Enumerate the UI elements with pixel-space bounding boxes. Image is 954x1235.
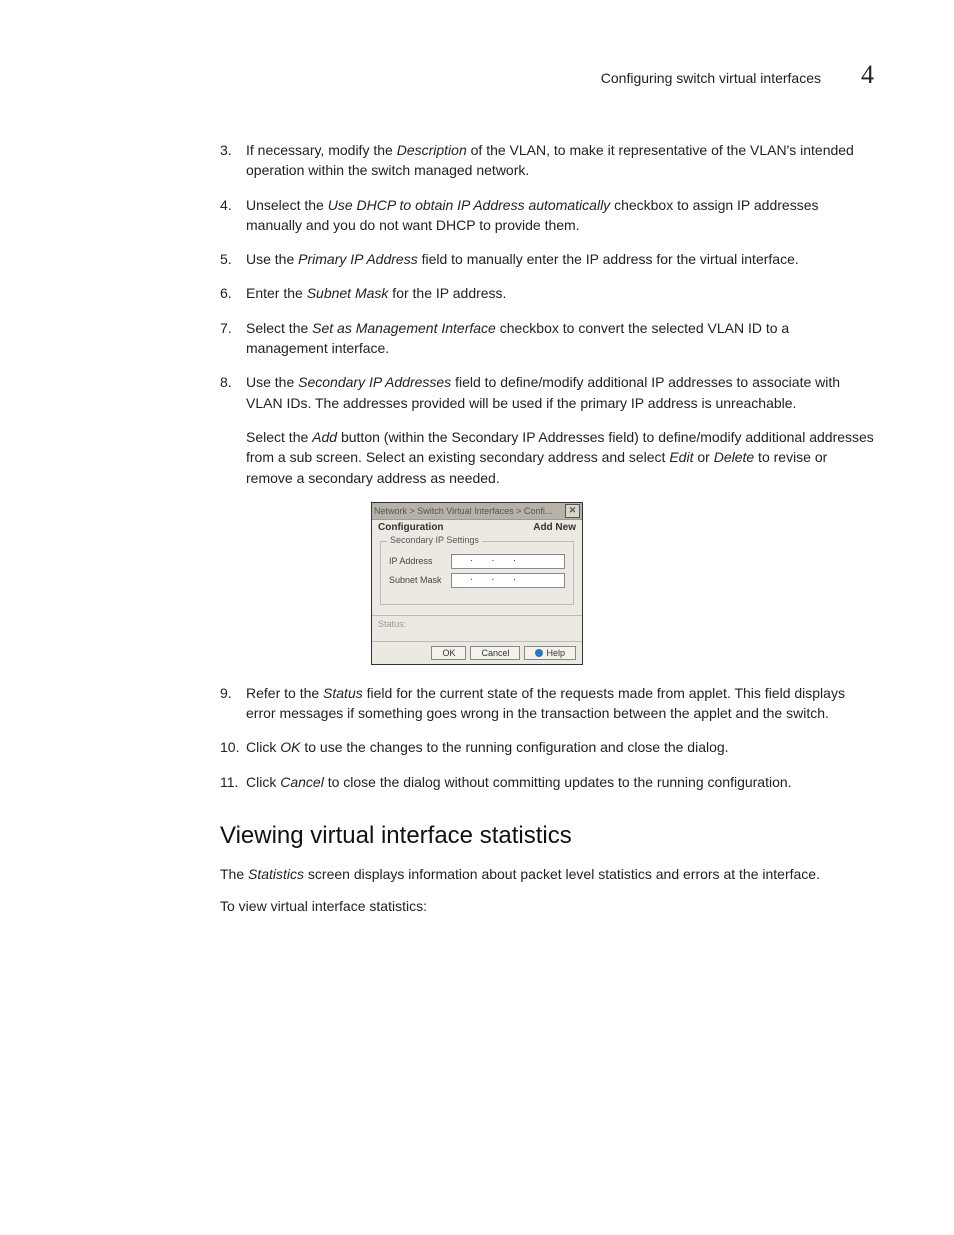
secondary-ip-fieldset: Secondary IP Settings IP Address Subnet … (380, 541, 574, 605)
page-header: Configuring switch virtual interfaces 4 (80, 60, 874, 90)
step-10: 10. Click OK to use the changes to the r… (220, 737, 874, 757)
cancel-button[interactable]: Cancel (470, 646, 520, 660)
section-paragraph: The Statistics screen displays informati… (220, 864, 874, 884)
step-9: 9. Refer to the Status field for the cur… (220, 683, 874, 724)
step-11: 11. Click Cancel to close the dialog wit… (220, 772, 874, 792)
step-6: 6. Enter the Subnet Mask for the IP addr… (220, 283, 874, 303)
step-number: 5. (220, 249, 246, 269)
step-number: 11. (220, 772, 246, 792)
secondary-ip-dialog: Network > Switch Virtual Interfaces > Co… (371, 502, 583, 665)
step-number: 3. (220, 140, 246, 181)
step-8: 8. Use the Secondary IP Addresses field … (220, 372, 874, 413)
section-paragraph: To view virtual interface statistics: (220, 896, 874, 916)
help-icon (535, 649, 543, 657)
step-4: 4. Unselect the Use DHCP to obtain IP Ad… (220, 195, 874, 236)
step-number: 8. (220, 372, 246, 413)
step-8-continued: Select the Add button (within the Second… (246, 427, 874, 488)
fieldset-legend: Secondary IP Settings (387, 535, 482, 545)
procedure-list-continued: 9. Refer to the Status field for the cur… (220, 683, 874, 792)
step-number: 7. (220, 318, 246, 359)
section-heading: Viewing virtual interface statistics (220, 822, 874, 850)
step-7: 7. Select the Set as Management Interfac… (220, 318, 874, 359)
step-number: 6. (220, 283, 246, 303)
ip-address-label: IP Address (389, 556, 451, 566)
close-icon[interactable]: ✕ (565, 504, 580, 518)
procedure-list: 3. If necessary, modify the Description … (220, 140, 874, 413)
dialog-titlebar: Network > Switch Virtual Interfaces > Co… (372, 503, 582, 520)
step-number: 10. (220, 737, 246, 757)
dialog-tab: Configuration (378, 522, 444, 533)
help-button[interactable]: Help (524, 646, 576, 660)
step-number: 9. (220, 683, 246, 724)
status-label: Status: (372, 615, 582, 641)
subnet-mask-label: Subnet Mask (389, 575, 451, 585)
ip-address-input[interactable] (451, 554, 565, 569)
chapter-number: 4 (861, 60, 874, 90)
step-3: 3. If necessary, modify the Description … (220, 140, 874, 181)
ok-button[interactable]: OK (431, 646, 466, 660)
add-new-label: Add New (533, 522, 576, 533)
subnet-mask-input[interactable] (451, 573, 565, 588)
header-title: Configuring switch virtual interfaces (601, 70, 821, 86)
step-number: 4. (220, 195, 246, 236)
dialog-breadcrumb: Network > Switch Virtual Interfaces > Co… (374, 506, 552, 516)
step-5: 5. Use the Primary IP Address field to m… (220, 249, 874, 269)
